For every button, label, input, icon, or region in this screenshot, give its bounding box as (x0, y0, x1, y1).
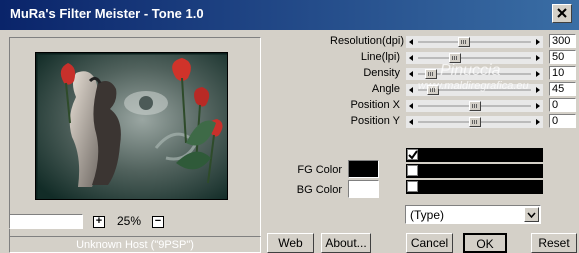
checkbox-2[interactable] (407, 165, 418, 176)
slider-thumb[interactable] (469, 117, 481, 127)
slider-value-field-3[interactable]: 45 (549, 82, 576, 96)
slider-thumb[interactable] (425, 69, 437, 79)
reset-button[interactable]: Reset (531, 233, 577, 253)
close-icon (557, 8, 567, 18)
slider-thumb[interactable] (469, 101, 481, 111)
slider-label-1: Line(lpi) (360, 51, 400, 63)
ok-button[interactable]: OK (463, 233, 507, 253)
fg-color-label: FG Color (297, 164, 342, 176)
slider-label-4: Position X (350, 99, 400, 111)
chevron-down-icon (527, 212, 536, 219)
preview-image[interactable] (35, 52, 228, 200)
title-bar[interactable]: MuRa's Filter Meister - Tone 1.0 (0, 0, 579, 30)
type-select-value: (Type) (410, 208, 445, 222)
slider-value-field-0[interactable]: 300 (549, 34, 576, 48)
slider-label-5: Position Y (350, 115, 400, 127)
slider-right-arrow-icon[interactable] (532, 36, 543, 48)
checkbox-3[interactable] (407, 181, 418, 192)
slider-3[interactable] (406, 84, 543, 96)
checkbox-row-2[interactable] (406, 164, 543, 178)
checkbox-row-3[interactable] (406, 180, 543, 194)
zoom-in-button[interactable]: + (93, 216, 105, 228)
slider-left-arrow-icon[interactable] (406, 116, 417, 128)
web-button[interactable]: Web (267, 233, 314, 253)
slider-value-field-1[interactable]: 50 (549, 50, 576, 64)
slider-thumb[interactable] (427, 85, 439, 95)
slider-right-arrow-icon[interactable] (532, 68, 543, 80)
slider-right-arrow-icon[interactable] (532, 52, 543, 64)
window-title: MuRa's Filter Meister - Tone 1.0 (10, 6, 204, 21)
slider-right-arrow-icon[interactable] (532, 100, 543, 112)
cancel-button[interactable]: Cancel (406, 233, 453, 253)
slider-1[interactable] (406, 52, 543, 64)
bg-color-swatch[interactable] (348, 180, 379, 198)
dropdown-button[interactable] (524, 207, 539, 222)
type-select[interactable]: (Type) (405, 205, 541, 224)
slider-5[interactable] (406, 116, 543, 128)
about-button[interactable]: About... (321, 233, 371, 253)
slider-track (418, 57, 531, 59)
slider-2[interactable] (406, 68, 543, 80)
slider-value-field-2[interactable]: 10 (549, 66, 576, 80)
slider-track (418, 41, 531, 43)
slider-left-arrow-icon[interactable] (406, 68, 417, 80)
slider-value-field-5[interactable]: 0 (549, 114, 576, 128)
bg-color-label: BG Color (296, 184, 342, 196)
checkbox-1[interactable] (407, 149, 418, 160)
checkbox-row-1[interactable] (406, 148, 543, 162)
slider-right-arrow-icon[interactable] (532, 116, 543, 128)
slider-thumb[interactable] (458, 37, 470, 47)
zoom-level: 25% (117, 214, 142, 228)
slider-label-2: Density (363, 67, 400, 79)
slider-4[interactable] (406, 100, 543, 112)
status-bar: Unknown Host ("9PSP") (9, 236, 261, 253)
checkmark-icon (408, 150, 418, 160)
close-button[interactable] (552, 4, 572, 23)
zoom-out-button[interactable]: − (152, 216, 164, 228)
slider-left-arrow-icon[interactable] (406, 84, 417, 96)
slider-value-field-4[interactable]: 0 (549, 98, 576, 112)
slider-right-arrow-icon[interactable] (532, 84, 543, 96)
slider-left-arrow-icon[interactable] (406, 36, 417, 48)
slider-left-arrow-icon[interactable] (406, 100, 417, 112)
slider-label-0: Resolution(dpi) (330, 35, 404, 47)
zoom-slider-field[interactable] (9, 214, 83, 229)
slider-label-3: Angle (371, 83, 400, 95)
fg-color-swatch[interactable] (348, 160, 379, 178)
slider-left-arrow-icon[interactable] (406, 52, 417, 64)
preview-artwork (36, 53, 227, 199)
slider-0[interactable] (406, 36, 543, 48)
slider-thumb[interactable] (449, 53, 461, 63)
